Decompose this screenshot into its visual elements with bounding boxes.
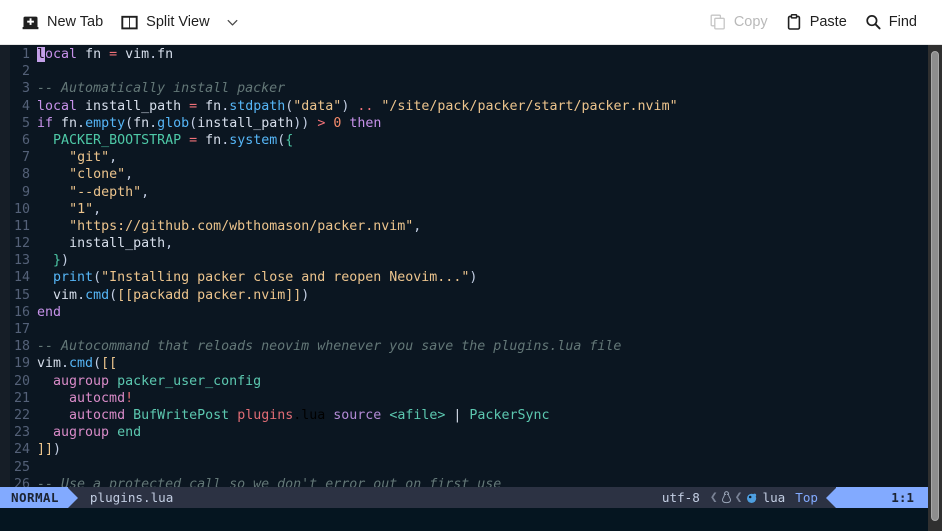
line-number: 25 xyxy=(13,459,30,475)
paste-icon xyxy=(786,14,802,30)
toolbar: New Tab Split View Copy Paste Find xyxy=(0,0,942,45)
app-window: New Tab Split View Copy Paste Find 1 loc… xyxy=(0,0,942,531)
line-number: 14 xyxy=(13,270,30,286)
search-icon xyxy=(865,14,881,30)
status-encoding: utf-8 xyxy=(661,490,700,505)
code-line[interactable]: 24]]) xyxy=(0,441,678,458)
code-line[interactable]: 17 xyxy=(0,321,678,338)
status-scroll-position: Top xyxy=(795,490,818,505)
line-number: 20 xyxy=(13,373,30,389)
scrollbar-thumb[interactable] xyxy=(931,51,939,521)
status-filename: plugins.lua xyxy=(89,490,174,505)
status-language: lua xyxy=(762,490,786,505)
status-position-arrow-icon xyxy=(826,487,836,508)
new-tab-label: New Tab xyxy=(47,14,104,30)
line-number: 22 xyxy=(13,407,30,423)
toolbar-left-group: New Tab Split View xyxy=(0,10,246,35)
code-line[interactable]: 10 "1", xyxy=(0,201,678,218)
line-number: 6 xyxy=(21,132,30,148)
line-number: 4 xyxy=(21,98,30,114)
split-view-button[interactable]: Split View xyxy=(112,10,218,35)
line-number: 7 xyxy=(21,150,30,166)
line-number: 17 xyxy=(13,322,30,337)
code-line[interactable]: 26 -- Use a protected call so we don't er… xyxy=(0,476,678,487)
code-line[interactable]: 20 augroup packer_user_config xyxy=(0,373,678,390)
copy-button[interactable]: Copy xyxy=(701,10,777,34)
line-number: 15 xyxy=(13,287,30,303)
copy-label: Copy xyxy=(733,14,768,30)
line-number: 10 xyxy=(13,201,30,217)
line-number: 1 xyxy=(21,47,30,62)
code-editor[interactable]: 1 local fn = vim.fn 2 3 -- Automatically ins… xyxy=(0,45,928,487)
status-mode-arrow-icon xyxy=(67,487,78,508)
code-line[interactable]: 5 if fn.empty(fn.glob(install_path)) > 0 … xyxy=(0,115,678,132)
code-line[interactable]: 12 install_path, xyxy=(0,235,678,252)
code-line[interactable]: 18 -- Autocommand that reloads neovim whe… xyxy=(0,338,678,355)
code-line[interactable]: 8 "clone", xyxy=(0,166,678,183)
status-separator-icon-2: ❮ xyxy=(734,490,743,505)
status-right-group: utf-8 ❮ ❮ lua Top 1:1 xyxy=(654,487,928,508)
code-line[interactable]: 6 PACKER_BOOTSTRAP = fn.system({ xyxy=(0,132,678,149)
line-number: 26 xyxy=(13,476,30,487)
vertical-scrollbar[interactable] xyxy=(928,45,942,531)
code-line[interactable]: 23 augroup end xyxy=(0,424,678,441)
line-number: 3 xyxy=(21,81,30,97)
code-line[interactable]: 13 }) xyxy=(0,252,678,269)
line-number: 16 xyxy=(13,304,30,320)
code-line[interactable]: 1 local fn = vim.fn xyxy=(0,46,678,63)
code-line[interactable]: 3 -- Automatically install packer xyxy=(0,80,678,97)
split-view-dropdown-button[interactable] xyxy=(219,11,246,34)
paste-label: Paste xyxy=(809,14,847,30)
line-number: 13 xyxy=(13,253,30,269)
code-line[interactable]: 22 autocmd BufWritePost plugins.lua sour… xyxy=(0,407,678,424)
line-number: 9 xyxy=(21,184,30,200)
split-view-label: Split View xyxy=(146,14,210,30)
status-separator-icon: ❮ xyxy=(709,490,718,505)
code-line[interactable]: 21 autocmd! xyxy=(0,390,678,407)
code-line[interactable]: 16 end xyxy=(0,304,678,321)
code-line[interactable]: 7 "git", xyxy=(0,149,678,166)
line-number: 5 xyxy=(21,115,30,131)
code-line[interactable]: 15 vim.cmd([[packadd packer.nvim]]) xyxy=(0,287,678,304)
new-tab-icon xyxy=(22,14,39,31)
line-number: 24 xyxy=(13,442,30,458)
code-line[interactable]: 25 xyxy=(0,459,678,476)
line-number: 21 xyxy=(13,390,30,406)
line-number: 11 xyxy=(13,218,30,234)
split-view-icon xyxy=(121,14,138,31)
code-line[interactable]: 2 xyxy=(0,63,678,80)
line-number: 19 xyxy=(13,356,30,372)
code-line[interactable]: 4 local install_path = fn.stdpath("data")… xyxy=(0,98,678,115)
code-line[interactable]: 14 print("Installing packer close and re… xyxy=(0,269,678,286)
lua-moon-icon xyxy=(745,491,759,505)
statusline: NORMAL plugins.lua utf-8 ❮ ❮ lua Top 1:1 xyxy=(0,487,928,508)
line-number: 8 xyxy=(21,167,30,183)
line-number: 2 xyxy=(21,64,30,80)
linux-tux-icon xyxy=(720,490,733,505)
code-line[interactable]: 11 "https://github.com/wbthomason/packer… xyxy=(0,218,678,235)
status-cursor-position: 1:1 xyxy=(836,487,928,508)
find-button[interactable]: Find xyxy=(856,10,926,34)
code-content[interactable]: 1 local fn = vim.fn 2 3 -- Automatically ins… xyxy=(0,46,678,487)
command-line-area xyxy=(0,508,928,531)
toolbar-right-group: Copy Paste Find xyxy=(701,10,942,34)
code-line[interactable]: 9 "--depth", xyxy=(0,184,678,201)
find-label: Find xyxy=(888,14,917,30)
status-mode-badge: NORMAL xyxy=(0,487,68,508)
code-line[interactable]: 19 vim.cmd([[ xyxy=(0,355,678,372)
chevron-down-icon xyxy=(225,15,240,30)
paste-button[interactable]: Paste xyxy=(777,10,856,34)
new-tab-button[interactable]: New Tab xyxy=(13,10,112,35)
line-number: 18 xyxy=(13,339,30,355)
line-number: 23 xyxy=(13,425,30,441)
line-number: 12 xyxy=(13,236,30,252)
copy-icon xyxy=(710,14,726,30)
